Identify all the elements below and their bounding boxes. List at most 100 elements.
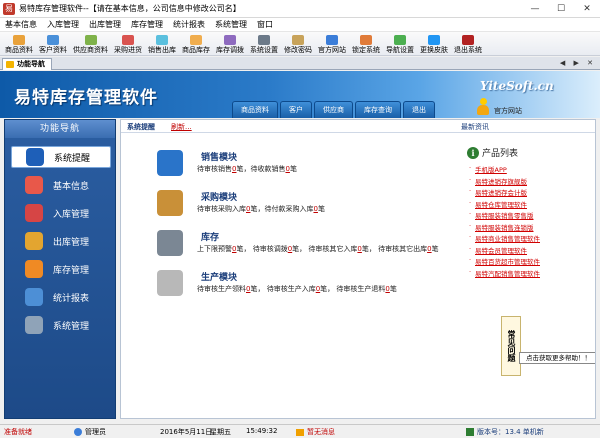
minimize-button[interactable]: —	[522, 0, 548, 18]
tab-nav-controls[interactable]: ◀ ▶ ✕	[560, 59, 596, 67]
banner-tab-stock-query[interactable]: 库存查询	[355, 101, 401, 118]
toolbar-label: 库存调拨	[216, 46, 244, 54]
sidebar-item-outbound[interactable]: 出库管理	[11, 230, 111, 252]
sidebar-item-inbound[interactable]: 入库管理	[11, 202, 111, 224]
module-title[interactable]: 采购模块	[201, 190, 237, 203]
version-icon	[466, 428, 474, 436]
product-link[interactable]: 易特服装销售零售版	[469, 210, 533, 220]
menu-inventory[interactable]: 库存管理	[126, 19, 168, 30]
toolbar-label: 修改密码	[284, 46, 312, 54]
status-ready: 准备就绪	[4, 428, 32, 436]
products-icon	[13, 35, 25, 45]
maximize-button[interactable]: ☐	[548, 0, 574, 18]
close-button[interactable]: ✕	[574, 0, 600, 18]
main-content: 系统提醒 刷新... 最新资讯 i 产品列表 手机版APP 易特进销存旗舰版易特进…	[120, 119, 596, 419]
toolbar-password-button[interactable]: 修改密码	[281, 31, 315, 55]
module-title[interactable]: 库存	[201, 230, 219, 243]
database-icon	[157, 230, 183, 256]
person-icon	[476, 98, 490, 116]
info-icon	[26, 148, 44, 166]
menu-system[interactable]: 系统管理	[210, 19, 252, 30]
toolbar-label: 更换皮肤	[420, 46, 448, 54]
toolbar-stock-button[interactable]: 商品库存	[179, 31, 213, 55]
menu-window[interactable]: 窗口	[252, 19, 278, 30]
summary-text: 笔	[289, 165, 297, 173]
product-link[interactable]: 手机版APP	[469, 164, 507, 174]
product-link[interactable]: 易特百货超市管理软件	[469, 256, 540, 266]
toolbar-label: 商品资料	[5, 46, 33, 54]
module-title[interactable]: 生产模块	[201, 270, 237, 283]
banner-tab-suppliers[interactable]: 供应商	[314, 101, 353, 118]
sidebar-item-system[interactable]: 系统管理	[11, 314, 111, 336]
banner-tab-exit[interactable]: 退出	[403, 101, 435, 118]
sidebar-item-inventory[interactable]: 库存管理	[11, 258, 111, 280]
sidebar-item-reminders[interactable]: 系统提醒	[11, 146, 111, 168]
sidebar-item-reports[interactable]: 统计报表	[11, 286, 111, 308]
module-title[interactable]: 销售模块	[201, 150, 237, 163]
menu-reports[interactable]: 统计报表	[168, 19, 210, 30]
toolbar-exit-button[interactable]: 退出系统	[451, 31, 485, 55]
official-site-link[interactable]: 官方网站	[476, 98, 522, 116]
toolbar-label: 官方网站	[318, 46, 346, 54]
sidebar-item-label: 基本信息	[53, 181, 90, 192]
status-version-label: 版本号：13.4 单机新	[477, 428, 544, 436]
tab-function-nav[interactable]: 功能导航	[2, 58, 52, 70]
box-icon	[157, 190, 183, 216]
product-list-header: i 产品列表	[467, 146, 518, 159]
product-link[interactable]: 易特商业销售管理软件	[469, 233, 540, 243]
toolbar-transfer-button[interactable]: 库存调拨	[213, 31, 247, 55]
banner-tab-products[interactable]: 商品资料	[232, 101, 278, 118]
customers-icon	[47, 35, 59, 45]
content-header: 系统提醒 刷新... 最新资讯	[121, 120, 595, 133]
summary-text: 笔	[431, 245, 439, 253]
refresh-link[interactable]: 刷新...	[171, 122, 192, 132]
faq-side-button[interactable]: 常见问题	[501, 316, 521, 376]
app-icon: 易	[3, 2, 15, 15]
menu-outbound[interactable]: 出库管理	[84, 19, 126, 30]
official-site-label: 官方网站	[494, 107, 522, 115]
suppliers-icon	[84, 35, 97, 45]
status-date: 2016年5月11日	[160, 428, 213, 436]
purchase-icon	[122, 35, 134, 45]
summary-text: 上下限预警	[197, 245, 232, 253]
status-bar: 准备就绪 管理员 2016年5月11日 星期五 15:49:32 暂无消息 版本…	[0, 424, 600, 438]
product-link[interactable]: 易特汽配销售管理软件	[469, 268, 540, 278]
product-link[interactable]: 易特进销存旗舰版	[469, 176, 527, 186]
help-tooltip: 点击获取更多帮助！！	[519, 352, 595, 364]
status-user: 管理员	[74, 427, 106, 437]
toolbar-label: 客户资料	[39, 46, 67, 54]
nav-settings-icon	[394, 35, 406, 45]
toolbar-nav-settings-button[interactable]: 导航设置	[383, 31, 417, 55]
product-link[interactable]: 易特会员管理软件	[469, 245, 527, 255]
module-summary: 待审核生产领料0笔， 待审核生产入库0笔， 待审核生产退料0笔	[197, 284, 397, 294]
sidebar-item-label: 系统提醒	[54, 153, 91, 164]
warehouse-icon	[25, 260, 43, 278]
sidebar-item-basic-info[interactable]: 基本信息	[11, 174, 111, 196]
summary-text: 笔，待收款销售	[236, 165, 286, 173]
banner-brand-logo: YiteSoft.cn	[480, 79, 554, 93]
product-link[interactable]: 易特服装销售连锁版	[469, 222, 533, 232]
product-link[interactable]: 易特仓库管理软件	[469, 199, 527, 209]
window-controls: — ☐ ✕	[522, 0, 600, 18]
toolbar-customers-button[interactable]: 客户资料	[36, 31, 70, 55]
toolbar-skin-button[interactable]: 更换皮肤	[417, 31, 451, 55]
product-list-title: 产品列表	[482, 149, 519, 159]
product-link[interactable]: 易特进销存会计版	[469, 187, 527, 197]
banner-tabs: 商品资料 客户 供应商 库存查询 退出	[232, 101, 437, 118]
summary-text: 笔， 待审核其它入库	[292, 245, 358, 253]
banner-tab-customers[interactable]: 客户	[280, 101, 312, 118]
toolbar-settings-button[interactable]: 系统设置	[247, 31, 281, 55]
stock-icon	[190, 35, 202, 45]
toolbar-lock-button[interactable]: 锁定系统	[349, 31, 383, 55]
toolbar-products-button[interactable]: 商品资料	[2, 31, 36, 55]
summary-text: 笔， 待审核调拨	[236, 245, 288, 253]
toolbar-purchase-button[interactable]: 采购进货	[111, 31, 145, 55]
menu-inbound[interactable]: 入库管理	[42, 19, 84, 30]
toolbar-suppliers-button[interactable]: 供应商资料	[70, 31, 111, 55]
status-user-label: 管理员	[85, 428, 106, 436]
toolbar-website-button[interactable]: 官方网站	[315, 31, 349, 55]
status-message[interactable]: 暂无消息	[296, 427, 335, 437]
toolbar-sales-out-button[interactable]: 销售出库	[145, 31, 179, 55]
toolbar-label: 退出系统	[454, 46, 482, 54]
menu-basic-info[interactable]: 基本信息	[0, 19, 42, 30]
